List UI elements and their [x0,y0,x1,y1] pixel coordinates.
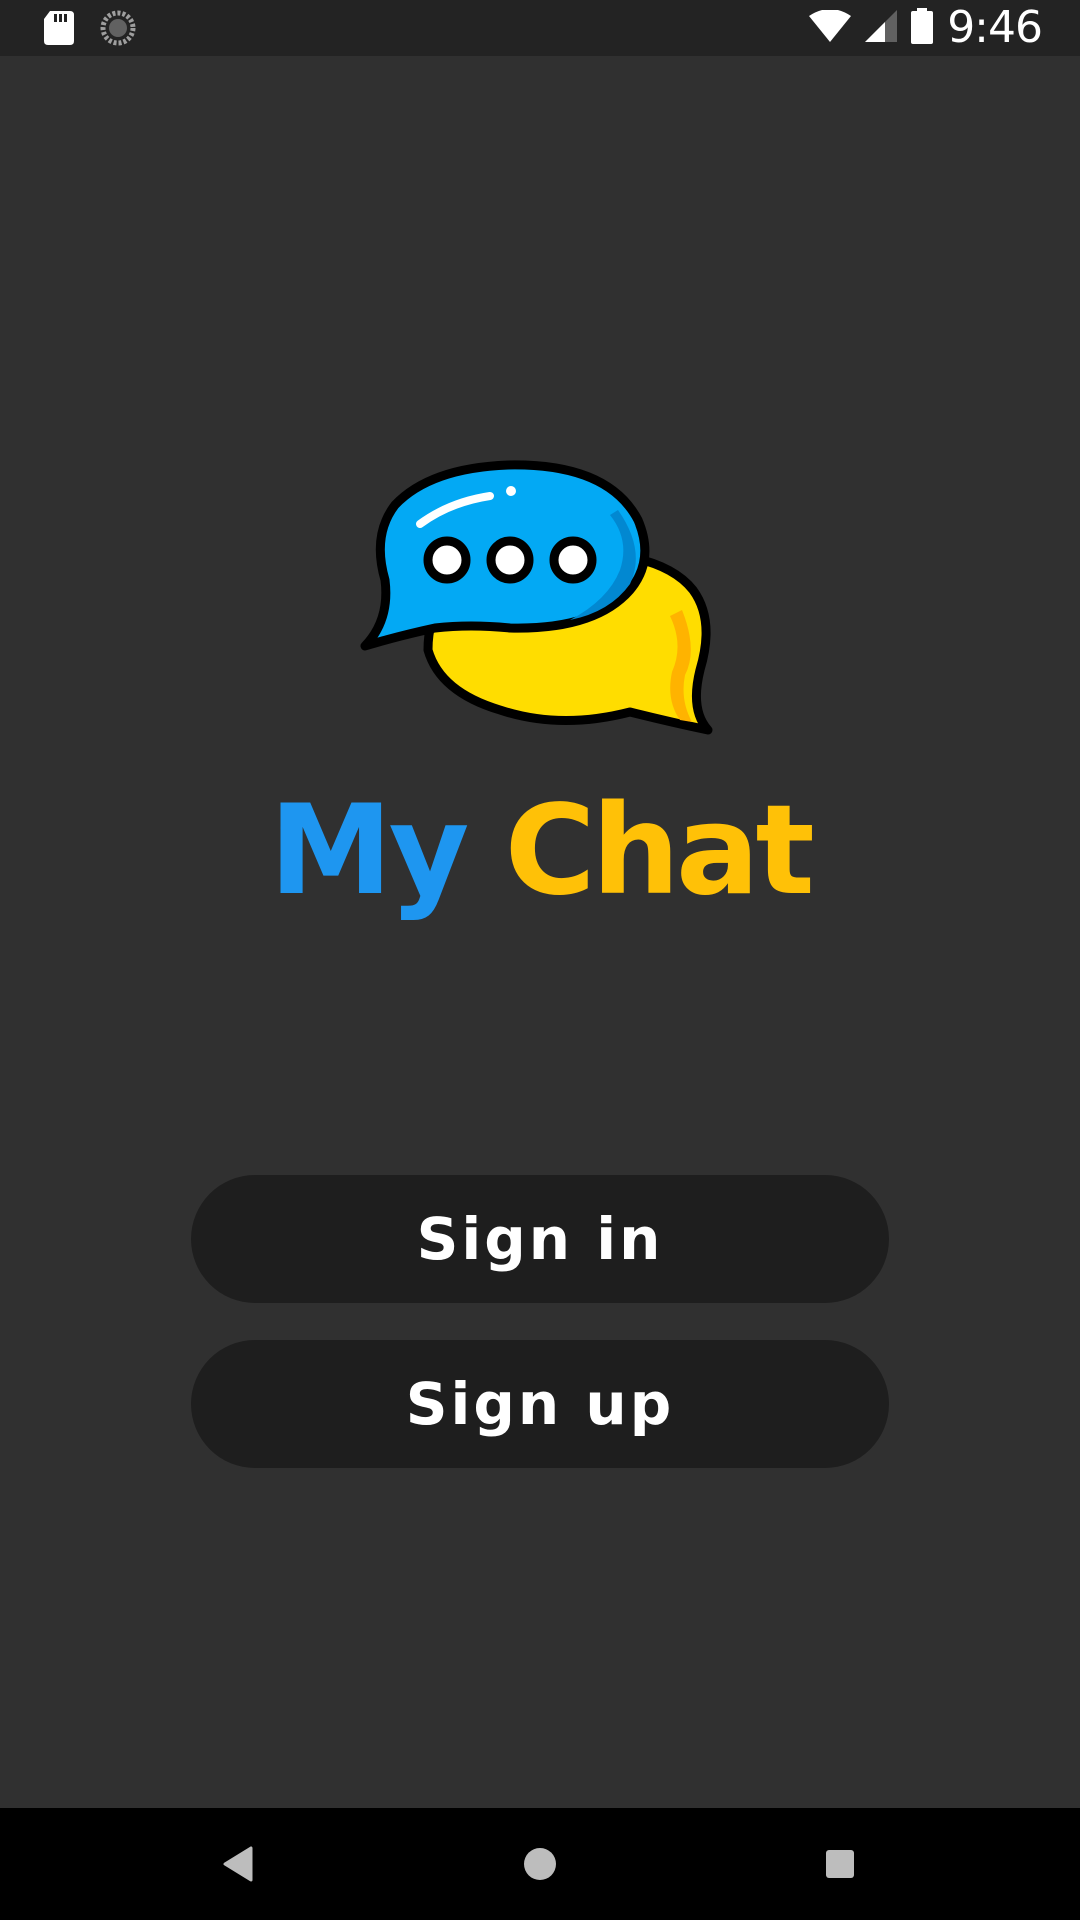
sync-spinner-icon [100,10,136,51]
app-title-chat: Chat [504,779,815,923]
app-title: My Chat [0,781,1080,921]
welcome-screen: My Chat Sign in Sign up [0,56,1080,1808]
wifi-icon [809,8,852,47]
status-right: 9:46 [809,2,1043,53]
sign-in-label: Sign in [416,1205,664,1273]
recents-icon[interactable] [810,1838,870,1890]
sd-card-icon [44,11,74,50]
back-icon[interactable] [208,1838,268,1890]
status-bar: 9:46 [0,0,1080,56]
sign-up-button[interactable]: Sign up [191,1340,889,1468]
cellular-signal-icon [865,9,898,47]
navigation-bar [0,1808,1080,1920]
sign-up-label: Sign up [405,1370,675,1438]
battery-icon [911,7,934,49]
sign-in-button[interactable]: Sign in [191,1175,889,1303]
app-title-my: My [269,779,469,923]
status-left [44,10,136,51]
status-time: 9:46 [947,2,1043,53]
home-icon[interactable] [510,1838,570,1890]
chat-bubbles-icon [360,460,720,750]
